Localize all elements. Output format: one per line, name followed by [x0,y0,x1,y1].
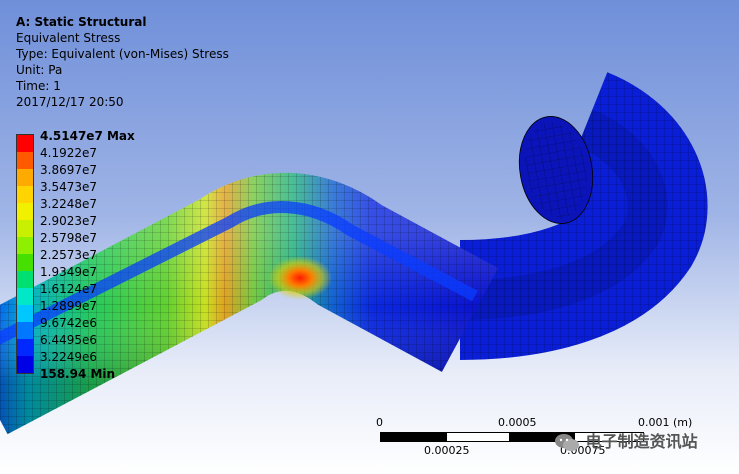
legend-labels: 4.5147e7 Max 4.1922e7 3.8697e7 3.5473e7 3.2… [40,128,135,383]
graphics-viewport[interactable]: A: Static Structural Equivalent Stress T… [0,0,739,474]
scale-segment [380,432,446,442]
legend-level-label: 9.6742e6 [40,316,98,330]
legend-max-label: 4.5147e7 Max [40,129,135,143]
legend-level-label: 1.6124e7 [40,282,98,296]
scale-label-000025: 0.00025 [424,444,470,457]
result-name: Equivalent Stress [16,31,121,45]
stress-hotspot [268,256,332,300]
legend-swatch [17,169,33,186]
legend-level-label: 3.2248e7 [40,197,98,211]
legend-swatch [17,254,33,271]
legend-swatch [17,339,33,356]
result-type: Type: Equivalent (von-Mises) Stress [16,47,229,61]
legend-swatch [17,203,33,220]
legend-swatch [17,220,33,237]
legend-swatch [17,305,33,322]
legend-swatch [17,271,33,288]
legend-min-label: 158.94 Min [40,367,116,381]
legend-swatch [17,288,33,305]
result-info: A: Static Structural Equivalent Stress T… [16,14,229,110]
legend-level-label: 1.9349e7 [40,265,98,279]
legend-swatch [17,186,33,203]
legend-level-label: 2.2573e7 [40,248,98,262]
analysis-title: A: Static Structural [16,15,147,29]
legend-swatch [17,135,33,152]
legend-swatch [17,356,33,373]
legend-level-label: 3.5473e7 [40,180,98,194]
scale-segment [446,432,510,442]
legend-swatch [17,322,33,339]
scale-label-0005: 0.0005 [498,416,537,429]
scale-label-0: 0 [376,416,383,429]
result-time: Time: 1 [16,79,61,93]
legend-level-label: 2.5798e7 [40,231,98,245]
wechat-icon [555,433,579,451]
legend-level-label: 6.4495e6 [40,333,98,347]
legend-level-label: 2.9023e7 [40,214,98,228]
result-date: 2017/12/17 20:50 [16,95,124,109]
legend-swatch [17,152,33,169]
legend-level-label: 1.2899e7 [40,299,98,313]
legend-level-label: 3.2249e6 [40,350,98,364]
legend-level-label: 4.1922e7 [40,146,98,160]
legend-color-bar [16,134,34,374]
legend-swatch [17,237,33,254]
watermark-text: 电子制造资讯站 [585,432,698,451]
watermark: 电子制造资讯站 [554,428,698,453]
legend-level-label: 3.8697e7 [40,163,98,177]
result-unit: Unit: Pa [16,63,63,77]
